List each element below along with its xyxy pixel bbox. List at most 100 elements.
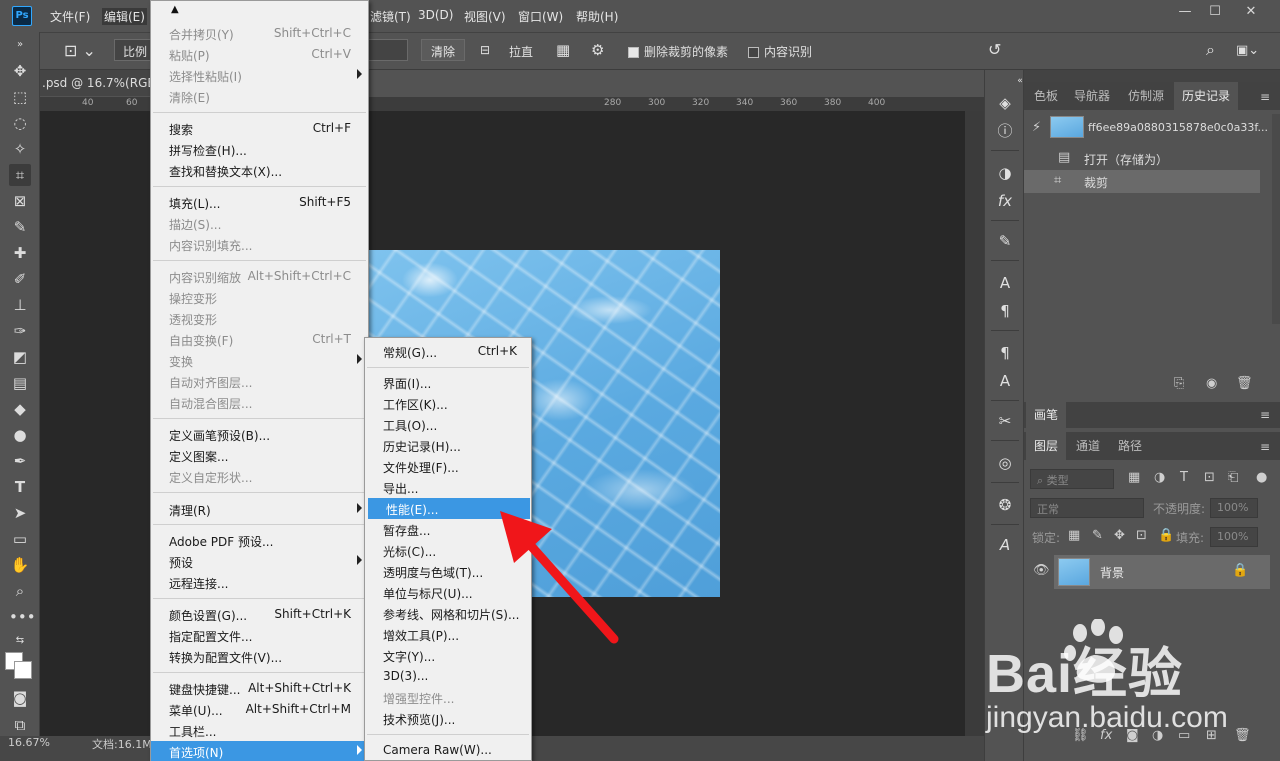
menu-item-convert-profile[interactable]: 转换为配置文件(V)... [151,646,368,667]
menu-item-assign-profile[interactable]: 指定配置文件... [151,625,368,646]
menu-view[interactable]: 视图(V) [464,8,506,25]
tab-layers[interactable]: 图层 [1026,432,1067,460]
panel-collapse-bar[interactable] [1024,70,1280,82]
history-snapshot[interactable]: ⚡ ff6ee89a0880315878e0c0a33f... [1024,114,1268,142]
menu-item-stroke[interactable]: 描边(S)... [151,213,368,234]
filter-toggle-icon[interactable]: ● [1256,470,1267,485]
menu-item-free-transform[interactable]: 自由变换(F) Ctrl+T [151,329,368,350]
glyphs-icon[interactable]: A [994,534,1016,556]
collapse-icon[interactable]: » [9,34,31,56]
submenu-item-camera-raw[interactable]: Camera Raw(W)... [365,740,531,761]
menu-edit[interactable]: 编辑(E) [102,8,147,25]
menu-help[interactable]: 帮助(H) [576,8,618,25]
menu-item-keyboard-shortcuts[interactable]: 键盘快捷键... Alt+Shift+Ctrl+K [151,678,368,699]
menu-item-presets[interactable]: 预设 [151,551,368,572]
filter-smart-object-icon[interactable]: ⎗ [1228,470,1238,485]
lasso-tool-icon[interactable]: ◌ [9,112,31,134]
adjustments-icon[interactable]: ◑ [994,162,1016,184]
tab-history[interactable]: 历史记录 [1174,82,1239,110]
quick-mask-icon[interactable]: ◙ [9,687,31,709]
clear-button[interactable]: 清除 [421,39,465,61]
brush-tool-icon[interactable]: ✐ [9,268,31,290]
lock-transparent-icon[interactable]: ▦ [1068,528,1080,543]
paragraph-styles-icon[interactable]: ¶ [994,342,1016,364]
crop-tool-preset-icon[interactable]: ⊡ ⌄ [64,41,96,60]
submenu-item-history[interactable]: 历史记录(H)... [365,435,531,456]
opacity-input[interactable]: 100% [1210,498,1258,518]
clone-stamp-tool-icon[interactable]: ⊥ [9,294,31,316]
snapshot-camera-icon[interactable]: ◉ [1206,376,1217,391]
menu-item-menus[interactable]: 菜单(U)... Alt+Shift+Ctrl+M [151,699,368,720]
tab-swatches[interactable]: 色板 [1026,82,1066,110]
properties-icon[interactable]: ◎ [994,452,1016,474]
menu-file[interactable]: 文件(F) [50,8,90,25]
layer-row[interactable]: 背景 🔒 [1054,555,1270,589]
ratio-dropdown[interactable]: 比例 [114,39,152,61]
content-aware-checkbox[interactable]: 内容识别 [748,43,812,60]
3d-icon[interactable]: ◈ [994,92,1016,114]
scroll-up-arrow-icon[interactable]: ▲ [171,4,179,15]
menu-item-content-aware-fill[interactable]: 内容识别填充... [151,234,368,255]
menu-item-clear[interactable]: 清除(E) [151,86,368,107]
eye-visibility-icon[interactable]: 👁 [1033,563,1050,578]
menu-window[interactable]: 窗口(W) [518,8,563,25]
blend-mode-dropdown[interactable]: 正常 [1030,498,1144,518]
menu-item-define-shape[interactable]: 定义自定形状... [151,466,368,487]
maximize-icon[interactable]: ☐ [1200,4,1230,20]
submenu-item-enhanced-controls[interactable]: 增强型控件... [365,687,531,708]
zoom-tool-icon[interactable]: ⌕ [9,580,31,602]
tab-brush[interactable]: 画笔 [1026,402,1067,428]
panel-menu-icon[interactable]: ≡ [1260,90,1270,104]
swap-colors-icon[interactable]: ⇆ [9,630,31,652]
history-brush-tool-icon[interactable]: ✑ [9,320,31,342]
background-color-swatch[interactable] [14,661,32,679]
eyedropper-tool-icon[interactable]: ✎ [9,216,31,238]
trash-icon[interactable]: 🗑 [1236,376,1253,391]
hand-tool-icon[interactable]: ✋ [9,554,31,576]
reset-icon[interactable]: ↺ [988,40,1001,59]
submenu-item-file-handling[interactable]: 文件处理(F)... [365,456,531,477]
search-icon[interactable]: ⌕ [1206,40,1215,60]
delete-cropped-checkbox[interactable]: 删除裁剪的像素 [628,43,728,60]
submenu-item-tools[interactable]: 工具(O)... [365,414,531,435]
menu-item-transform[interactable]: 变换 [151,350,368,371]
marquee-tool-icon[interactable]: ⬚ [9,86,31,108]
ratio-height-input[interactable] [368,39,408,61]
minimize-icon[interactable]: — [1170,4,1200,20]
workspace-icon[interactable]: ▣⌄ [1236,43,1259,58]
submenu-item-interface[interactable]: 界面(I)... [365,372,531,393]
panel-menu-icon[interactable]: ≡ [1260,408,1270,422]
dodge-tool-icon[interactable]: ● [9,424,31,446]
layer-filter-dropdown[interactable]: ⌕ 类型 [1030,469,1114,489]
lock-artboard-icon[interactable]: ⊡ [1136,528,1147,543]
filter-type-icon[interactable]: T [1180,470,1188,485]
menu-item-pdf-presets[interactable]: Adobe PDF 预设... [151,530,368,551]
brush-settings-icon[interactable]: ✎ [994,230,1016,252]
menu-item-remote-connections[interactable]: 远程连接... [151,572,368,593]
paragraph-icon[interactable]: ¶ [994,300,1016,322]
character-icon[interactable]: A [994,272,1016,294]
blur-tool-icon[interactable]: ◆ [9,398,31,420]
history-brush-source-icon[interactable]: ⚡ [1032,120,1041,135]
menu-item-search[interactable]: 搜索 Ctrl+F [151,118,368,139]
styles-icon[interactable]: fx [994,190,1016,212]
lock-all-icon[interactable]: 🔒 [1158,528,1174,543]
move-tool-icon[interactable]: ✥ [9,60,31,82]
menu-3d[interactable]: 3D(D) [418,8,453,22]
menu-item-perspective-warp[interactable]: 透视变形 [151,308,368,329]
menu-item-paste-special[interactable]: 选择性粘贴(I) [151,65,368,86]
menu-item-content-aware-scale[interactable]: 内容识别缩放 Alt+Shift+Ctrl+C [151,266,368,287]
straighten-icon[interactable]: ⊟ [480,43,490,57]
menu-item-color-settings[interactable]: 颜色设置(G)... Shift+Ctrl+K [151,604,368,625]
lock-position-icon[interactable]: ✥ [1114,528,1125,543]
menu-item-paste[interactable]: 粘贴(P) Ctrl+V [151,44,368,65]
gradient-tool-icon[interactable]: ▤ [9,372,31,394]
menu-item-spell-check[interactable]: 拼写检查(H)... [151,139,368,160]
menu-item-copy-merged[interactable]: 合并拷贝(Y) Shift+Ctrl+C [151,23,368,44]
type-tool-icon[interactable]: T [9,476,31,498]
tab-paths[interactable]: 路径 [1110,432,1150,460]
menu-item-fill[interactable]: 填充(L)... Shift+F5 [151,192,368,213]
menu-item-define-brush[interactable]: 定义画笔预设(B)... [151,424,368,445]
menu-item-find-replace[interactable]: 查找和替换文本(X)... [151,160,368,181]
submenu-item-tech-preview[interactable]: 技术预览(J)... [365,708,531,729]
